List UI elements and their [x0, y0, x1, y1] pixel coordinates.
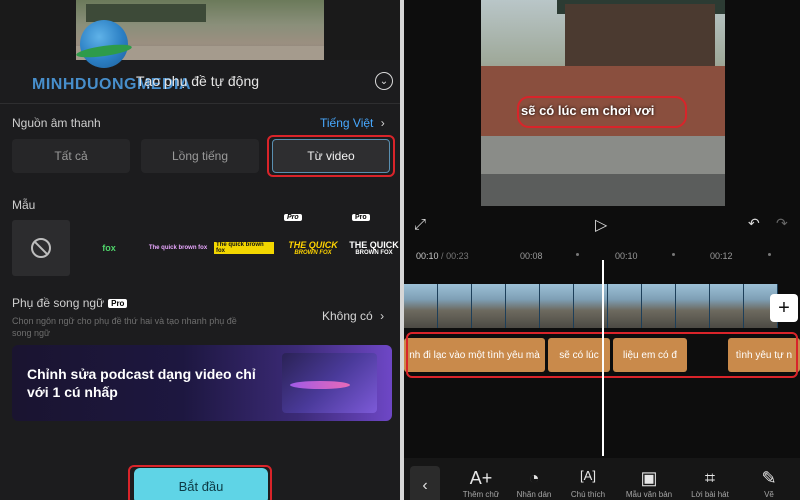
audio-option-voiceover[interactable]: Lồng tiếng [141, 139, 259, 173]
tool-draw[interactable]: ✎ Vẽ [744, 468, 794, 499]
video-frame [676, 284, 710, 328]
tool-label: Nhãn dán [516, 490, 552, 499]
preview-temple [565, 4, 715, 70]
tool-add-text[interactable]: A+ Thêm chữ [456, 468, 506, 499]
video-preview: sẽ có lúc em chơi vơi [481, 0, 725, 206]
video-frame [540, 284, 574, 328]
language-value: Tiếng Việt [320, 116, 374, 130]
bilingual-label: Phụ đề song ngữ Pro [12, 296, 128, 310]
template-pro-yellow[interactable]: Pro THE QUICK BROWN FOX [284, 214, 342, 276]
promo-illustration [282, 353, 377, 413]
timeline-tick: 00:10 [615, 251, 638, 261]
tool-label: Mẫu văn bản [625, 490, 673, 499]
video-frame [710, 284, 744, 328]
back-button[interactable]: ‹ [410, 466, 440, 500]
redo-icon[interactable]: ↷ [776, 215, 788, 232]
timeline-tick: 00:08 [520, 251, 543, 261]
language-selector[interactable]: Tiếng Việt › [320, 116, 385, 130]
timecode-display: 00:10 / 00:23 [416, 251, 469, 261]
template-pro-yellow-text: THE QUICK [288, 240, 338, 250]
bilingual-selector[interactable]: Không có › [322, 309, 384, 323]
chevron-down-icon: ⌄ [379, 75, 389, 87]
video-frame [506, 284, 540, 328]
bilingual-label-text: Phụ đề song ngữ [12, 296, 105, 310]
watermark-logo-icon [75, 20, 133, 68]
caption-icon: [A] [580, 468, 596, 483]
templates-label: Mẫu [12, 198, 36, 212]
start-button[interactable]: Bắt đầu [134, 468, 268, 500]
video-track[interactable] [404, 284, 780, 328]
playhead[interactable] [602, 260, 604, 456]
video-frame [642, 284, 676, 328]
video-frame [404, 284, 438, 328]
audio-source-label: Nguồn âm thanh [12, 116, 101, 130]
tool-text-template[interactable]: ▣ Mẫu văn bản [624, 468, 674, 499]
template-yellow-text: The quick brown fox [214, 242, 274, 254]
auto-caption-panel: MINHDUONGMEDIA Tạo phụ đề tự động ⌄ Nguồ… [0, 0, 404, 500]
collapse-button[interactable]: ⌄ [375, 72, 393, 90]
bottom-toolbar: ‹ A+ Thêm chữ ◔ Nhãn dán [A] Chú thích ▣… [404, 458, 800, 500]
template-pro-white[interactable]: Pro THE QUICK BROWN FOX [349, 214, 399, 276]
promo-text: Chỉnh sửa podcast dạng video chỉ với 1 c… [27, 366, 256, 400]
pro-badge: Pro [284, 214, 302, 221]
timeline-dot [576, 253, 579, 256]
bilingual-value: Không có [322, 309, 373, 323]
chevron-left-icon: ‹ [422, 477, 428, 494]
tool-label: Vẽ [764, 490, 774, 499]
timeline-dot [672, 253, 675, 256]
bilingual-note: Chọn ngôn ngữ cho phụ đề thứ hai và tạo … [12, 316, 237, 338]
highlight-ring-from-video [267, 135, 395, 177]
template-pro-white-sub: BROWN FOX [355, 250, 393, 256]
lyrics-icon: ⌗ [704, 468, 716, 488]
audio-option-all[interactable]: Tất cả [12, 139, 130, 173]
sticker-icon: ◔ [528, 468, 540, 488]
draw-icon: ✎ [761, 468, 777, 488]
undo-icon[interactable]: ↶ [748, 215, 760, 232]
sheet-title: Tạo phụ đề tự động [136, 73, 260, 89]
text-template-icon: ▣ [640, 468, 658, 488]
chevron-right-icon: › [380, 309, 385, 323]
video-frame [438, 284, 472, 328]
template-yellow[interactable]: The quick brown fox [214, 220, 274, 276]
preview-road [481, 174, 725, 206]
pro-badge: Pro [108, 299, 128, 309]
timecode-current: 00:10 [416, 251, 439, 261]
video-frame [472, 284, 506, 328]
chevron-right-icon: › [380, 116, 385, 130]
plus-icon: + [778, 296, 790, 319]
logo-swoosh [75, 42, 133, 60]
template-fox[interactable]: fox [80, 220, 138, 276]
video-frame [608, 284, 642, 328]
preview-sidewalk [481, 136, 725, 174]
template-pro-yellow-sub: BROWN FOX [294, 250, 332, 256]
tool-sticker[interactable]: ◔ Nhãn dán [509, 468, 559, 499]
none-icon [31, 238, 51, 258]
audio-wave-icon [290, 381, 350, 389]
template-pro-white-text: THE QUICK [349, 240, 399, 250]
podcast-promo-banner[interactable]: Chỉnh sửa podcast dạng video chỉ với 1 c… [12, 345, 392, 421]
add-text-icon: A+ [469, 468, 493, 488]
tool-caption[interactable]: [A] Chú thích [563, 468, 613, 499]
tool-label: Lời bài hát [691, 490, 729, 499]
tool-label: Thêm chữ [462, 490, 500, 499]
pro-badge: Pro [352, 214, 370, 221]
tool-label: Chú thích [570, 490, 606, 499]
divider [0, 103, 404, 104]
editor-panel: sẽ có lúc em chơi vơi ⤢ ▷ ↶ ↷ 00:10 / 00… [404, 0, 800, 500]
template-none[interactable] [12, 220, 70, 276]
play-icon[interactable]: ▷ [595, 215, 607, 235]
template-pink[interactable]: The quick brown fox [146, 220, 210, 276]
tool-lyrics[interactable]: ⌗ Lời bài hát [685, 468, 735, 499]
timeline-dot [768, 253, 771, 256]
timecode-total: 00:23 [446, 251, 469, 261]
timeline-tick: 00:12 [710, 251, 733, 261]
add-clip-button[interactable]: + [770, 294, 798, 322]
highlight-ring-caption [517, 96, 687, 128]
fullscreen-icon[interactable]: ⤢ [414, 216, 426, 233]
